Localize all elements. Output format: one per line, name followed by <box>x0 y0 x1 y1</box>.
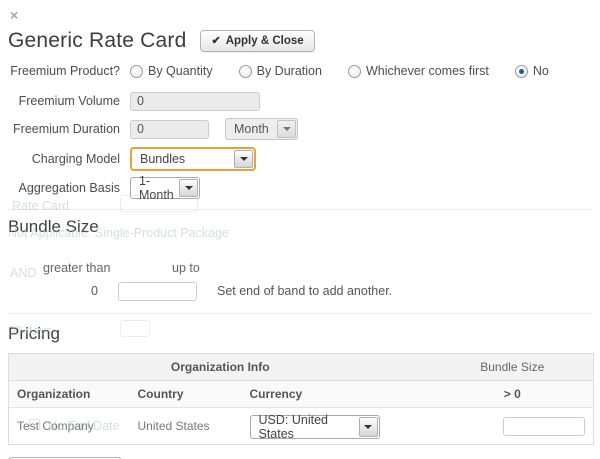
freemium-volume-input <box>130 92 260 111</box>
radio-icon[interactable] <box>130 65 143 78</box>
section-divider <box>8 209 592 210</box>
bundle-price-input[interactable] <box>503 417 585 436</box>
radio-icon[interactable] <box>239 65 252 78</box>
freemium-product-label: Freemium Product? <box>8 64 120 78</box>
apply-close-button-top[interactable]: ✔ Apply & Close <box>200 30 314 52</box>
organization-cell: Test Company <box>9 408 130 445</box>
duration-unit-select: Month <box>225 118 298 140</box>
bundle-size-heading: Bundle Size <box>8 217 592 237</box>
radio-whichever-first-label: Whichever comes first <box>366 64 489 78</box>
aggregation-basis-value: 1-Month <box>131 178 178 198</box>
freemium-product-radio-group: By Quantity By Duration Whichever comes … <box>130 64 549 78</box>
table-row: Test Company United States USD: United S… <box>9 408 594 445</box>
currency-select[interactable]: USD: United States <box>250 415 380 439</box>
bundle-size-column-header: Bundle Size <box>432 354 594 381</box>
freemium-duration-input <box>130 120 209 139</box>
radio-by-duration-label: By Duration <box>257 64 322 78</box>
up-to-header: up to <box>172 261 200 275</box>
charging-model-select[interactable]: Bundles <box>130 147 256 171</box>
charging-model-row: Charging Model Bundles <box>8 147 592 171</box>
aggregation-basis-row: Aggregation Basis 1-Month <box>8 177 592 199</box>
greater-than-header: greater than <box>43 261 110 275</box>
chevron-down-icon[interactable] <box>359 417 378 437</box>
country-cell: United States <box>130 408 242 445</box>
chevron-down-icon <box>277 120 296 138</box>
freemium-duration-row: Freemium Duration Month <box>8 119 592 139</box>
freemium-volume-label: Freemium Volume <box>8 94 120 108</box>
radio-no-label: No <box>533 64 549 78</box>
aggregation-basis-label: Aggregation Basis <box>8 181 120 195</box>
rate-card-page: × Generic Rate Card ✔ Apply & Close Free… <box>0 0 600 459</box>
currency-value: USD: United States <box>251 416 358 438</box>
charging-model-value: Bundles <box>132 149 233 169</box>
check-icon: ✔ <box>211 34 220 47</box>
title-row: Generic Rate Card ✔ Apply & Close <box>8 28 592 54</box>
freemium-volume-row: Freemium Volume <box>8 91 592 111</box>
section-divider <box>8 313 592 314</box>
radio-by-quantity[interactable]: By Quantity <box>130 64 213 78</box>
greater-than-value: 0 <box>38 284 98 298</box>
column-header-row: Organization Country Currency > 0 <box>9 381 594 408</box>
bundle-band-row: 0 Set end of band to add another. <box>8 281 592 301</box>
up-to-input[interactable] <box>118 282 197 301</box>
pricing-table: Organization Info Bundle Size Organizati… <box>8 353 594 445</box>
close-icon[interactable]: × <box>10 8 24 22</box>
freemium-product-row: Freemium Product? By Quantity By Duratio… <box>8 63 592 79</box>
band-column-headers: greater than up to <box>8 261 592 275</box>
group-header-row: Organization Info Bundle Size <box>9 354 594 381</box>
organization-column-header: Organization <box>9 381 130 408</box>
apply-close-label: Apply & Close <box>226 35 304 47</box>
radio-by-duration[interactable]: By Duration <box>239 64 322 78</box>
band-hint-text: Set end of band to add another. <box>217 284 392 298</box>
radio-whichever-first[interactable]: Whichever comes first <box>348 64 489 78</box>
charging-model-label: Charging Model <box>8 152 120 166</box>
currency-column-header: Currency <box>242 381 432 408</box>
duration-unit-value: Month <box>226 119 276 139</box>
chevron-down-icon[interactable] <box>179 179 198 197</box>
pricing-heading: Pricing <box>8 324 592 344</box>
radio-no[interactable]: No <box>515 64 549 78</box>
organization-info-header: Organization Info <box>9 354 432 381</box>
country-column-header: Country <box>130 381 242 408</box>
chevron-down-icon[interactable] <box>234 150 253 168</box>
faded-rate-card-label: Rate Card <box>12 199 69 213</box>
radio-by-quantity-label: By Quantity <box>148 64 213 78</box>
radio-icon[interactable] <box>348 65 361 78</box>
radio-icon[interactable] <box>515 65 528 78</box>
aggregation-basis-select[interactable]: 1-Month <box>130 177 200 199</box>
bundle-subheader: > 0 <box>432 381 594 408</box>
freemium-duration-label: Freemium Duration <box>8 122 120 136</box>
page-title: Generic Rate Card <box>8 29 186 53</box>
